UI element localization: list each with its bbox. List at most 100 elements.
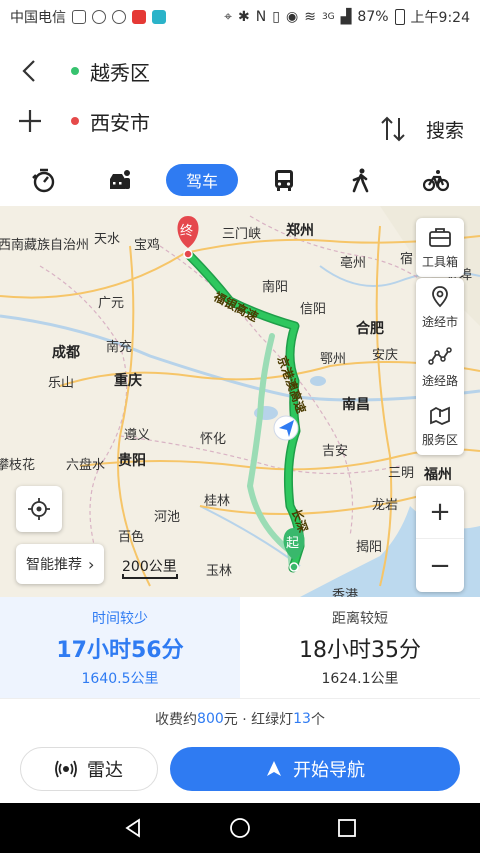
service-area-icon [430,406,450,425]
chevron-right-icon: › [88,554,95,574]
smart-recommend-button[interactable]: 智能推荐 › [16,544,105,584]
city-label: 龙岩 [372,498,399,513]
city-label: 桂林 [204,494,231,509]
pass-roads-button[interactable]: 途经路 [416,337,464,396]
smart-recommend-label: 智能推荐 [26,557,82,573]
origin-text[interactable]: 越秀区 [90,57,150,86]
city-label: 香港 [332,588,359,597]
toll-suffix: 个 [310,712,325,728]
system-navigation-bar [0,803,480,853]
app-notification-icon [132,10,146,24]
back-icon[interactable] [16,57,44,85]
pass-cities-label: 途经市 [421,315,458,329]
city-label: 广元 [98,296,125,311]
toll-mid: 元 · 红绿灯 [223,712,294,728]
zoom-in-button[interactable]: + [416,486,464,539]
tab-bus[interactable] [254,162,314,198]
plan-fastest[interactable]: 时间较少 17小时56分 1640.5公里 [0,597,240,698]
pass-cities-button[interactable]: 途经市 [416,278,464,337]
city-label: 三明 [388,466,415,481]
tab-taxi[interactable] [14,162,74,198]
wechat-icon [92,10,106,24]
minus-icon: − [429,550,451,581]
route-map[interactable]: 终 起 西南藏族自治州 天水 宝鸡 三门峡 郑州 宿 亳州 南阳 蚌埠 广元 信… [0,206,480,597]
origin-dot [71,67,79,75]
plan-duration: 18小时35分 [299,637,421,663]
map-scale-bar [122,574,178,579]
zoom-out-button[interactable]: − [416,539,464,592]
city-label: 遵义 [124,428,151,443]
wifi-icon: ≋ [304,9,316,25]
swap-icon[interactable] [378,114,408,144]
city-label: 成都 [52,345,80,361]
bike-icon [423,170,449,192]
city-label: 合肥 [356,321,384,337]
navigation-arrow-icon [267,761,281,776]
toll-info: 收费约 800 元 · 红绿灯 13 个 [0,699,480,739]
destination-dot [71,117,79,125]
origin-row[interactable]: 越秀区 [0,46,370,96]
city-label: 西南藏族自治州 [0,238,90,253]
start-navigation-button[interactable]: 开始导航 [170,747,460,791]
toolbox-icon [429,228,451,247]
city-label: 南昌 [342,397,370,413]
service-area-button[interactable]: 服务区 [416,396,464,455]
route-header: 越秀区 西安市 搜索 [0,34,480,154]
bus-icon [275,170,293,191]
vibrate-icon: ▯ [272,9,280,25]
bottom-actions: 雷达 开始导航 [0,739,480,799]
route-plans: 时间较少 17小时56分 1640.5公里 距离较短 18小时35分 1624.… [0,597,480,699]
search-button[interactable]: 搜索 [426,116,464,143]
city-label: 天水 [94,232,121,247]
eye-icon: ◉ [285,9,299,25]
toll-amount: 800 [197,711,224,727]
battery-level: 87% [357,9,389,25]
tab-bike[interactable] [406,162,466,198]
city-label: 郑州 [286,223,314,239]
tab-carpool[interactable] [90,162,150,198]
travel-mode-tabs: 驾车 [0,154,480,206]
city-label: 吉安 [322,444,349,459]
city-label: 贵阳 [118,453,146,469]
home-circle-icon[interactable] [229,817,251,839]
pass-roads-label: 途经路 [421,374,458,388]
map-tools-panel: 工具箱 [416,218,464,277]
plan-distance: 1640.5公里 [81,670,159,687]
city-label: 揭阳 [356,540,383,555]
tab-walk[interactable] [330,162,390,198]
traffic-light-count: 13 [293,711,311,727]
photo-icon [72,10,86,24]
route-icon [428,347,452,365]
plan-tag: 时间较少 [92,610,148,627]
city-label: 怀化 [200,432,227,447]
toolbox-label: 工具箱 [421,255,458,269]
radar-label: 雷达 [87,760,123,781]
city-label: 六盘水 [66,458,106,473]
city-label: 宿 [400,252,414,267]
city-label: 重庆 [114,373,142,389]
add-waypoint-icon[interactable] [16,107,44,135]
tab-drive[interactable]: 驾车 [166,164,238,196]
plan-shortest[interactable]: 距离较短 18小时35分 1624.1公里 [240,597,480,698]
destination-text[interactable]: 西安市 [90,107,150,136]
walk-icon [352,168,369,193]
recents-square-icon[interactable] [336,817,358,839]
nfc-icon: N [255,9,267,25]
destination-row[interactable]: 西安市 [0,96,370,146]
crosshair-icon [28,498,50,520]
bluetooth-icon: ✱ [238,9,250,25]
back-triangle-icon[interactable] [122,817,144,839]
plan-duration: 17小时56分 [56,637,184,663]
toolbox-button[interactable]: 工具箱 [416,218,464,277]
radar-button[interactable]: 雷达 [20,747,158,791]
service-area-label: 服务区 [421,433,458,447]
plan-tag: 距离较短 [332,610,388,627]
city-label: 百色 [118,530,145,545]
city-label: 鄂州 [320,352,347,367]
city-label: 宝鸡 [134,238,161,253]
city-label: 乐山 [48,376,75,391]
map-scale-label: 200公里 [122,559,177,575]
locate-me-button[interactable] [16,486,62,532]
waypoint-tools-panel: 途经市 途经路 服务区 [416,278,464,455]
carrier-label: 中国电信 [10,10,66,26]
